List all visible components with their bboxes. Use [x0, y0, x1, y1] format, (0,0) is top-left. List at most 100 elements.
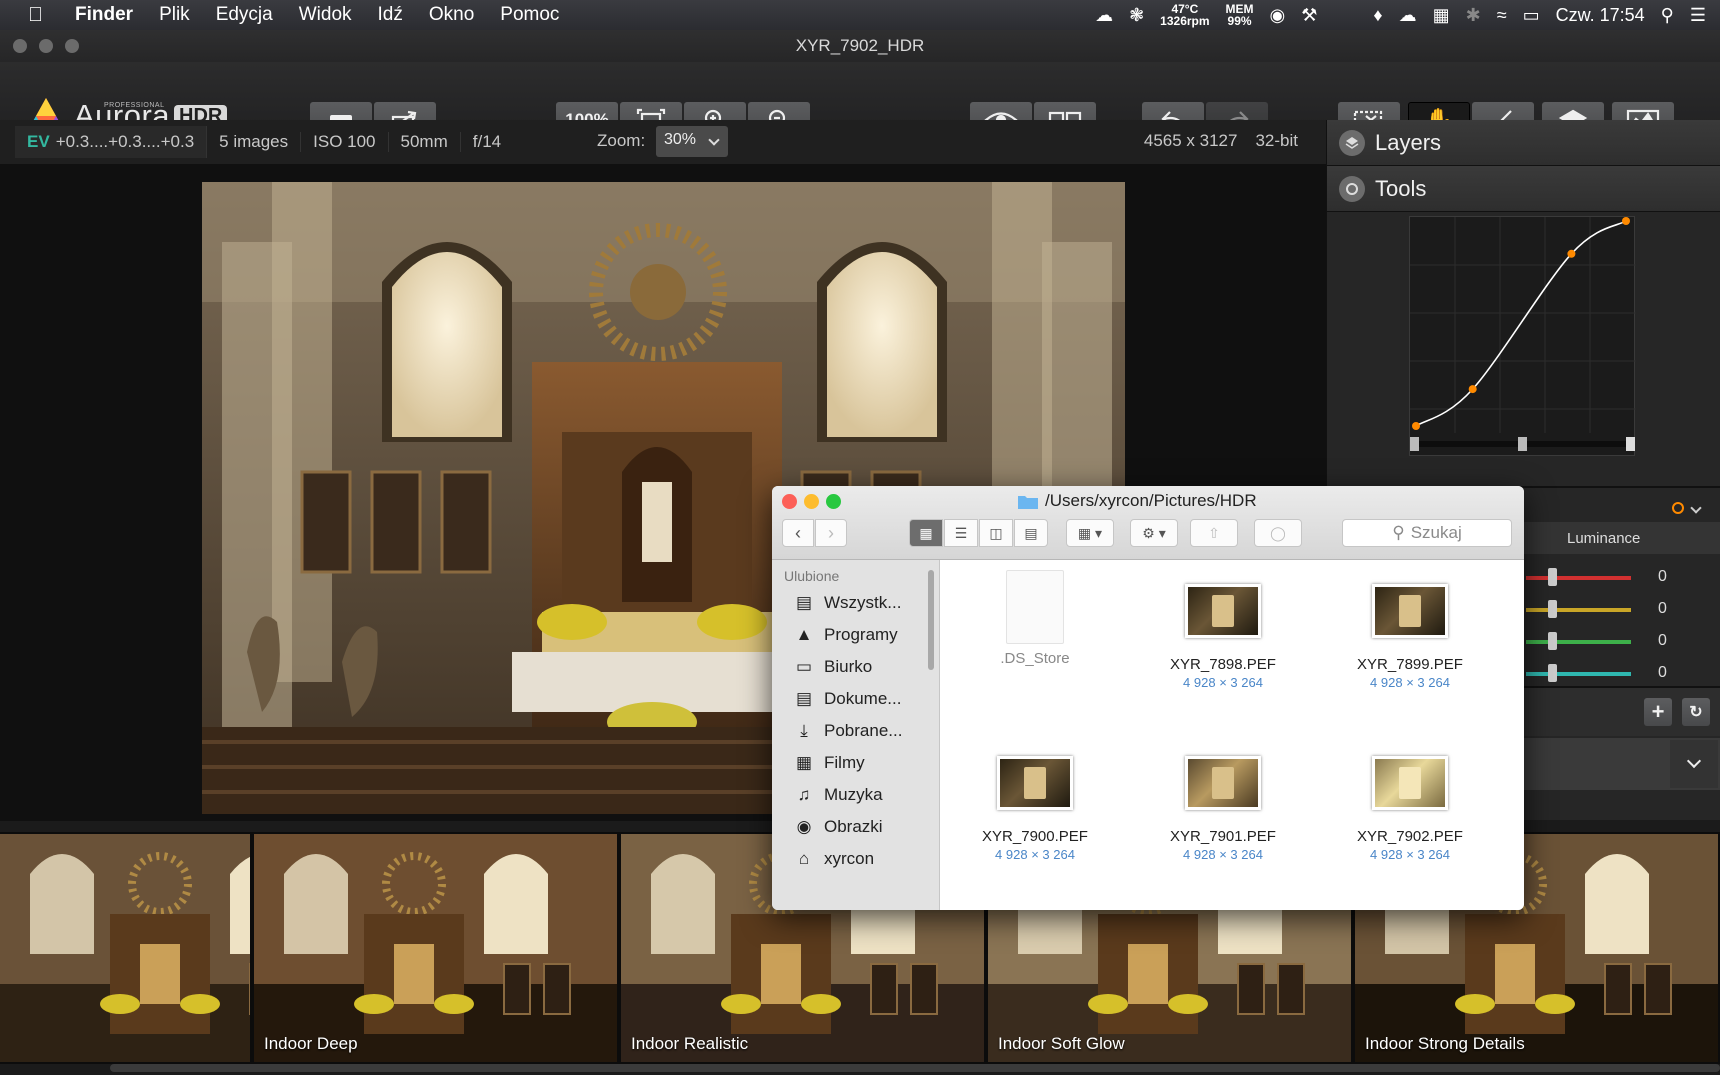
finder-zoom-button[interactable]	[826, 494, 841, 509]
file-name: XYR_7899.PEF	[1357, 656, 1463, 673]
film-icon: ▦	[795, 753, 813, 772]
file-item[interactable]: XYR_7900.PEF 4 928 × 3 264	[960, 756, 1110, 862]
apple-icon[interactable]: 	[28, 4, 43, 27]
vpn-icon[interactable]: ◉	[1270, 5, 1286, 26]
sidebar-item-applications[interactable]: ▲ Programy	[792, 620, 898, 650]
file-item[interactable]: XYR_7898.PEF 4 928 × 3 264	[1148, 584, 1298, 690]
midtone-handle[interactable]	[1518, 437, 1527, 451]
file-name: XYR_7901.PEF	[1170, 828, 1276, 845]
finder-path-title: /Users/xyrcon/Pictures/HDR	[1017, 491, 1257, 511]
bluetooth-icon[interactable]: ✱	[1466, 5, 1481, 26]
curve-point[interactable]	[1622, 217, 1630, 225]
notification-center-icon[interactable]: ☰	[1690, 5, 1706, 26]
raw-image-thumbnail	[1372, 756, 1448, 810]
share-icon: ⇧	[1208, 524, 1220, 541]
zoom-button[interactable]	[65, 39, 79, 53]
battery-icon[interactable]: ▭	[1523, 5, 1540, 26]
layer-mode-control[interactable]	[1672, 502, 1702, 514]
tools-icon	[1339, 175, 1365, 202]
list-view-button[interactable]: ☰	[944, 519, 978, 547]
sidebar-scrollbar[interactable]	[928, 570, 934, 670]
search-icon[interactable]: ⚲	[1661, 5, 1674, 26]
sidebar-item-documents[interactable]: ▤ Dokume...	[792, 684, 902, 714]
wrench-icon[interactable]: ⚒	[1301, 5, 1317, 26]
slider-red[interactable]: 0	[1526, 568, 1720, 588]
layers-header[interactable]: Layers	[1327, 120, 1720, 166]
menu-item-plik[interactable]: Plik	[159, 4, 190, 26]
icon-view-button[interactable]: ▦	[909, 519, 943, 547]
menu-item-okno[interactable]: Okno	[429, 4, 474, 26]
menu-item-widok[interactable]: Widok	[299, 4, 352, 26]
sidebar-item-all-files[interactable]: ▤ Wszystk...	[792, 588, 901, 618]
tone-curve[interactable]	[1409, 216, 1636, 457]
file-name: XYR_7902.PEF	[1357, 828, 1463, 845]
preset-dropdown-button[interactable]	[1670, 740, 1718, 788]
curve-point[interactable]	[1412, 422, 1420, 430]
preset-image	[0, 834, 250, 1062]
file-dimensions: 4 928 × 3 264	[1370, 675, 1450, 690]
add-layer-button[interactable]: +	[1644, 698, 1672, 726]
back-button[interactable]: ‹	[782, 519, 814, 547]
image-dimensions: 4565 x 3127 32-bit	[1144, 131, 1298, 151]
arrange-button[interactable]: ▦ ▾	[1066, 519, 1114, 547]
zoom-select[interactable]: 30%	[656, 126, 728, 157]
slider-aqua[interactable]: 0	[1526, 664, 1720, 684]
curve-point[interactable]	[1468, 385, 1477, 394]
menu-item-edycja[interactable]: Edycja	[216, 4, 273, 26]
gallery-view-button[interactable]: ▤	[1014, 519, 1048, 547]
file-name: XYR_7898.PEF	[1170, 656, 1276, 673]
file-item[interactable]: XYR_7899.PEF 4 928 × 3 264	[1335, 584, 1485, 690]
tags-button[interactable]: ◯	[1254, 519, 1302, 547]
sidebar-item-movies[interactable]: ▦ Filmy	[792, 748, 865, 778]
clock[interactable]: Czw. 17:54	[1556, 5, 1645, 26]
cloud-sync-icon[interactable]: ☁	[1399, 5, 1417, 26]
menu-app-name[interactable]: Finder	[75, 4, 133, 26]
curve-point[interactable]	[1567, 249, 1576, 258]
sidebar-item-desktop[interactable]: ▭ Biurko	[792, 652, 872, 682]
tools-header[interactable]: Tools	[1327, 166, 1720, 212]
creative-cloud-icon[interactable]: ☁	[1095, 5, 1113, 26]
preset-scrollbar[interactable]	[110, 1064, 1720, 1072]
keyboard-icon[interactable]: ▦	[1433, 5, 1450, 26]
sidebar-item-downloads[interactable]: ⤓ Pobrane...	[792, 716, 902, 746]
desktop-icon: ▭	[795, 657, 813, 676]
notification-bell-icon[interactable]: ♦	[1373, 5, 1382, 26]
menu-item-pomoc[interactable]: Pomoc	[500, 4, 559, 26]
share-button[interactable]: ⇧	[1190, 519, 1238, 547]
minimize-button[interactable]	[39, 39, 53, 53]
action-button[interactable]: ⚙ ▾	[1130, 519, 1178, 547]
menu-item-idz[interactable]: Idź	[378, 4, 403, 26]
memory-stats[interactable]: MEM 99%	[1226, 3, 1254, 27]
blank-document-icon	[1006, 570, 1064, 644]
file-item[interactable]: XYR_7902.PEF 4 928 × 3 264	[1335, 756, 1485, 862]
forward-button[interactable]: ›	[815, 519, 847, 547]
refresh-button[interactable]: ↻	[1682, 698, 1710, 726]
sidebar-item-pictures[interactable]: ◉ Obrazki	[792, 812, 883, 842]
finder-close-button[interactable]	[782, 494, 797, 509]
sidebar-item-home[interactable]: ⌂ xyrcon	[792, 844, 874, 874]
slider-green[interactable]: 0	[1526, 632, 1720, 652]
column-view-button[interactable]: ◫	[979, 519, 1013, 547]
file-item[interactable]: .DS_Store	[960, 570, 1110, 667]
black-point-handle[interactable]	[1410, 437, 1419, 451]
mask-indicator-icon	[1672, 502, 1684, 514]
finder-toolbar: /Users/xyrcon/Pictures/HDR ‹ › ▦ ☰ ◫ ▤ ▦…	[772, 486, 1524, 560]
applications-icon: ▲	[795, 625, 813, 644]
white-point-handle[interactable]	[1626, 437, 1635, 451]
chevron-down-icon	[1690, 502, 1702, 514]
menu-bar:  Finder Plik Edycja Widok Idź Okno Pomo…	[0, 0, 1720, 30]
fan-icon[interactable]: ❃	[1129, 5, 1144, 26]
preset-thumbnail[interactable]: Indoor Deep	[254, 834, 617, 1062]
preset-thumbnail[interactable]	[0, 834, 250, 1062]
close-button[interactable]	[13, 39, 27, 53]
file-item[interactable]: XYR_7901.PEF 4 928 × 3 264	[1148, 756, 1298, 862]
sidebar-item-music[interactable]: ♫ Muzyka	[792, 780, 883, 810]
finder-minimize-button[interactable]	[804, 494, 819, 509]
finder-search-field[interactable]: ⚲ Szukaj	[1342, 519, 1512, 547]
bit-depth-value: 32-bit	[1255, 131, 1298, 150]
camera-icon: ◉	[796, 817, 812, 836]
tone-curve-graph[interactable]	[1410, 217, 1636, 457]
cpu-stats[interactable]: 47°C 1326rpm	[1160, 3, 1209, 27]
wifi-icon[interactable]: ≈	[1497, 5, 1507, 26]
slider-yellow[interactable]: 0	[1526, 600, 1720, 620]
